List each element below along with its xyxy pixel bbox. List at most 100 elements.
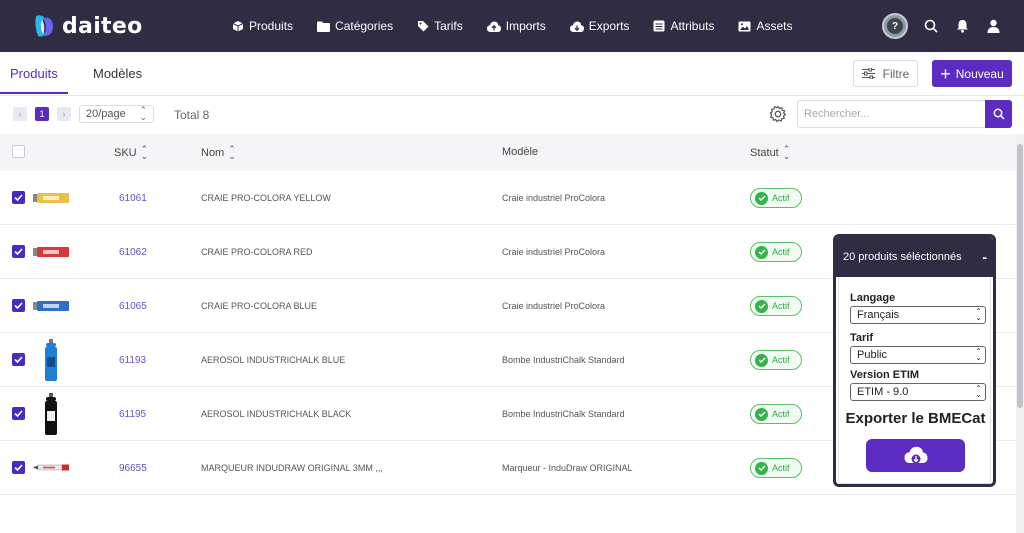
cloud-upload-icon bbox=[486, 21, 501, 32]
row-checkbox[interactable] bbox=[12, 461, 25, 474]
help-button[interactable]: ? bbox=[882, 13, 908, 39]
status-badge: Actif bbox=[750, 242, 802, 262]
row-name: AEROSOL INDUSTRICHALK BLACK bbox=[201, 409, 352, 419]
row-name: CRAIE PRO-COLORA YELLOW bbox=[201, 193, 331, 203]
search-input[interactable]: Rechercher... bbox=[797, 100, 985, 128]
search-icon bbox=[924, 19, 938, 33]
box-icon bbox=[232, 21, 244, 32]
row-sku[interactable]: 61061 bbox=[119, 193, 147, 204]
sliders-icon bbox=[861, 68, 875, 79]
total-count: Total 8 bbox=[174, 108, 210, 122]
nav-label: Imports bbox=[505, 19, 546, 33]
cloud-download-icon bbox=[569, 21, 584, 32]
check-circle-icon bbox=[755, 191, 768, 205]
chevron-left-icon: ‹ bbox=[18, 109, 22, 119]
folder-icon bbox=[317, 21, 331, 32]
row-model: Craie industriel ProColora bbox=[502, 193, 606, 203]
product-thumbnail bbox=[45, 393, 57, 435]
check-icon bbox=[12, 245, 25, 258]
row-sku[interactable]: 61062 bbox=[119, 247, 147, 258]
export-bmecat-button[interactable] bbox=[866, 439, 965, 472]
column-sku[interactable]: SKU ⌃ ⌄ bbox=[114, 144, 149, 161]
product-thumbnail bbox=[33, 301, 69, 311]
column-modele: Modèle bbox=[502, 146, 538, 158]
row-sku[interactable]: 61065 bbox=[119, 301, 147, 312]
status-text: Actif bbox=[772, 193, 790, 203]
tab-produits[interactable]: Produits bbox=[10, 66, 58, 81]
table-header: SKU ⌃ ⌄ Nom ⌃ ⌄ Modèle Statut ⌃ ⌄ bbox=[0, 134, 1016, 171]
new-button[interactable]: + Nouveau bbox=[932, 60, 1012, 87]
row-name: CRAIE PRO-COLORA RED bbox=[201, 247, 313, 257]
check-circle-icon bbox=[755, 461, 768, 475]
language-value: Français bbox=[857, 309, 900, 321]
row-checkbox[interactable] bbox=[12, 191, 25, 204]
nav-item-exports[interactable]: Exports bbox=[569, 19, 630, 33]
nav-item-tarifs[interactable]: Tarifs bbox=[417, 19, 463, 33]
row-sku[interactable]: 96655 bbox=[119, 463, 147, 474]
nav-label: Catégories bbox=[335, 19, 394, 33]
page-number[interactable]: 1 bbox=[35, 107, 49, 121]
row-checkbox[interactable] bbox=[12, 299, 25, 312]
new-label: Nouveau bbox=[955, 66, 1004, 81]
search-submit-button[interactable] bbox=[985, 100, 1012, 128]
chevron-updown-icon: ⌃ ⌄ bbox=[975, 384, 982, 399]
column-label: Statut bbox=[750, 147, 779, 159]
nav-item-attributs[interactable]: Attributs bbox=[653, 19, 714, 33]
user-menu-button[interactable] bbox=[987, 19, 1000, 33]
scrollbar-thumb[interactable] bbox=[1017, 144, 1023, 408]
chevron-updown-icon: ⌃ ⌄ bbox=[975, 347, 982, 362]
row-sku[interactable]: 61195 bbox=[119, 409, 146, 420]
main-nav: Produits Catégories Tarifs Imports Expor… bbox=[232, 0, 816, 52]
list-icon bbox=[653, 20, 665, 32]
plus-icon: + bbox=[940, 63, 951, 84]
column-nom[interactable]: Nom ⌃ ⌄ bbox=[201, 145, 236, 161]
chevron-right-icon: › bbox=[62, 109, 66, 119]
row-checkbox[interactable] bbox=[12, 407, 25, 420]
question-icon: ? bbox=[887, 18, 903, 34]
per-page-select[interactable]: 20/page ⌃ ⌄ bbox=[79, 105, 154, 123]
row-model: Craie industriel ProColora bbox=[502, 247, 606, 257]
gear-icon bbox=[769, 105, 787, 123]
prev-page-button[interactable]: ‹ bbox=[13, 107, 27, 121]
status-badge: Actif bbox=[750, 188, 802, 208]
search-button[interactable] bbox=[924, 19, 938, 33]
sort-icon: ⌃ ⌄ bbox=[140, 144, 149, 161]
filter-button[interactable]: Filtre bbox=[853, 60, 918, 87]
language-select[interactable]: Français ⌃ ⌄ bbox=[850, 306, 986, 324]
check-icon bbox=[12, 461, 25, 474]
select-all-checkbox[interactable] bbox=[12, 145, 25, 158]
column-label: SKU bbox=[114, 147, 137, 159]
row-checkbox[interactable] bbox=[12, 353, 25, 366]
column-statut[interactable]: Statut ⌃ ⌄ bbox=[750, 144, 791, 161]
status-text: Actif bbox=[772, 355, 790, 365]
nav-item-produits[interactable]: Produits bbox=[232, 19, 293, 33]
nav-item-assets[interactable]: Assets bbox=[738, 19, 792, 33]
sort-icon: ⌃ ⌄ bbox=[782, 144, 791, 161]
nav-item-categories[interactable]: Catégories bbox=[317, 19, 393, 33]
table-settings-button[interactable] bbox=[769, 105, 787, 128]
tabs-bar: Produits Modèles Filtre + Nouveau bbox=[0, 52, 1024, 96]
check-circle-icon bbox=[755, 407, 768, 421]
next-page-button[interactable]: › bbox=[57, 107, 71, 121]
collapse-panel-button[interactable]: - bbox=[982, 249, 987, 265]
tab-modeles[interactable]: Modèles bbox=[93, 66, 142, 81]
row-sku[interactable]: 61193 bbox=[119, 355, 146, 366]
check-icon bbox=[12, 407, 25, 420]
check-circle-icon bbox=[755, 353, 768, 367]
tarif-select[interactable]: Public ⌃ ⌄ bbox=[850, 346, 986, 364]
nav-label: Exports bbox=[588, 19, 630, 33]
row-checkbox[interactable] bbox=[12, 245, 25, 258]
tag-icon bbox=[418, 21, 429, 32]
language-label: Langage bbox=[850, 292, 896, 304]
row-model: Craie industriel ProColora bbox=[502, 301, 606, 311]
logo[interactable]: daiteo bbox=[32, 12, 143, 40]
check-icon bbox=[12, 299, 25, 312]
chevron-updown-icon: ⌃ ⌄ bbox=[975, 307, 982, 322]
table-row[interactable]: 61061 CRAIE PRO-COLORA YELLOW Craie indu… bbox=[0, 171, 1016, 225]
nav-item-imports[interactable]: Imports bbox=[486, 19, 546, 33]
status-badge: Actif bbox=[750, 350, 802, 370]
etim-select[interactable]: ETIM - 9.0 ⌃ ⌄ bbox=[850, 383, 986, 401]
tarif-value: Public bbox=[857, 349, 887, 361]
notifications-button[interactable] bbox=[956, 19, 969, 33]
nav-label: Attributs bbox=[670, 19, 715, 33]
